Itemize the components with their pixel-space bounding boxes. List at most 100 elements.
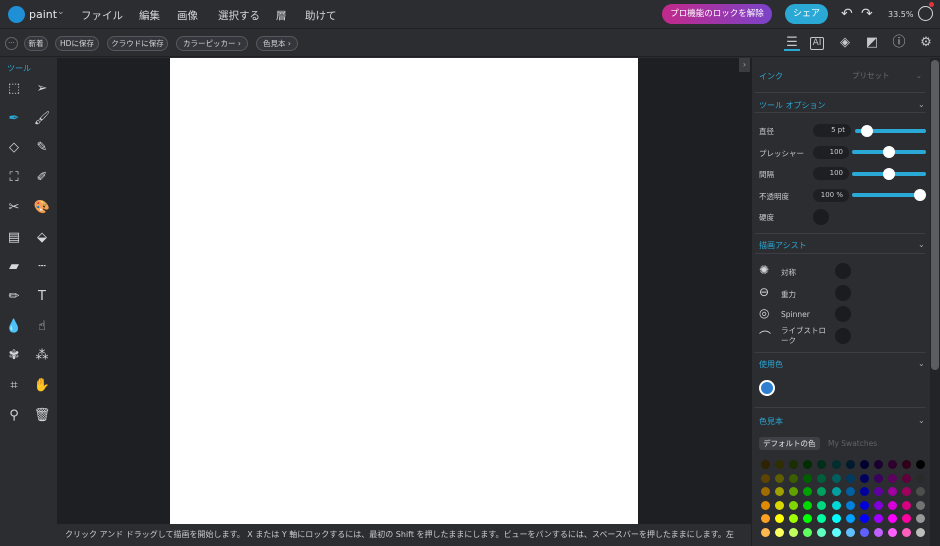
color-swatch[interactable]: [887, 460, 897, 469]
symmetry-toggle[interactable]: [835, 263, 851, 279]
spinner-toggle[interactable]: [835, 306, 851, 322]
color-swatch[interactable]: [902, 500, 911, 510]
calligraphy-icon[interactable]: ✐: [33, 169, 51, 187]
color-swatch[interactable]: [761, 514, 770, 523]
color-swatch[interactable]: [902, 473, 911, 483]
tab-info-icon[interactable]: ⓘ: [891, 35, 907, 51]
pencil-icon[interactable]: ✎: [33, 139, 51, 157]
color-swatch[interactable]: [902, 460, 911, 469]
color-swatch[interactable]: [831, 500, 841, 510]
color-swatch[interactable]: [831, 473, 841, 483]
color-swatch[interactable]: [831, 527, 841, 537]
zoom-level[interactable]: 33.5%: [888, 10, 913, 19]
color-swatch[interactable]: [803, 473, 813, 483]
tool-options-heading[interactable]: ツール オプション: [759, 100, 826, 111]
color-swatch[interactable]: [775, 500, 785, 510]
clone-icon[interactable]: ✾: [5, 347, 23, 365]
paint-bucket-icon[interactable]: 🎨: [33, 199, 51, 217]
tab-default-colors[interactable]: デフォルトの色: [759, 437, 820, 450]
color-swatch[interactable]: [873, 527, 883, 537]
tab-image-icon[interactable]: ◩: [864, 35, 880, 51]
menu-select[interactable]: 選択する: [218, 8, 260, 23]
color-swatch[interactable]: [789, 500, 799, 510]
highlighter-icon[interactable]: ▰: [5, 258, 23, 276]
eyedropper-icon[interactable]: ⚲: [5, 407, 23, 425]
eraser-icon[interactable]: ◇: [5, 139, 23, 157]
color-swatch[interactable]: [817, 500, 827, 510]
tab-settings-icon[interactable]: ⚙: [918, 35, 934, 51]
gradient-icon[interactable]: ▤: [5, 229, 23, 247]
crop-icon[interactable]: ⌗: [5, 377, 23, 395]
used-colors-heading[interactable]: 使用色: [759, 359, 783, 370]
color-swatch[interactable]: [916, 500, 926, 510]
tool-options-chevron-icon[interactable]: ⌄: [918, 100, 925, 109]
ink-pen-icon[interactable]: ✒: [5, 110, 23, 128]
color-swatch[interactable]: [761, 473, 770, 483]
pointer-icon[interactable]: ➢: [33, 80, 51, 98]
pattern-icon[interactable]: ⁂: [33, 347, 51, 365]
color-swatch[interactable]: [831, 514, 841, 523]
collapse-panel-chevron-icon[interactable]: ›: [739, 58, 750, 72]
color-swatch[interactable]: [845, 514, 855, 523]
color-picker-button[interactable]: カラーピッカー ›: [176, 36, 248, 51]
menu-layer[interactable]: 層: [276, 8, 287, 23]
color-swatch[interactable]: [817, 473, 827, 483]
option-value-field[interactable]: 5 pt: [813, 124, 851, 137]
color-swatch[interactable]: [775, 473, 785, 483]
color-swatch[interactable]: [916, 473, 926, 483]
finger-icon[interactable]: ☝: [33, 318, 51, 336]
menu-edit[interactable]: 編集: [139, 8, 160, 23]
app-name[interactable]: paint: [29, 8, 57, 21]
menu-help[interactable]: 助けて: [305, 8, 337, 23]
color-swatch[interactable]: [845, 473, 855, 483]
gravity-toggle[interactable]: [835, 285, 851, 301]
option-slider-knob[interactable]: [883, 146, 895, 158]
live-stroke-toggle[interactable]: [835, 328, 851, 344]
color-swatch[interactable]: [887, 514, 897, 523]
color-swatch[interactable]: [916, 527, 926, 537]
color-swatch[interactable]: [845, 460, 855, 469]
more-icon[interactable]: ···: [5, 37, 18, 50]
used-colors-chevron-icon[interactable]: ⌄: [918, 359, 925, 368]
dashed-line-icon[interactable]: ┄: [33, 258, 51, 276]
brush-icon[interactable]: 🖌: [33, 110, 51, 128]
fill-icon[interactable]: ⬙: [33, 229, 51, 247]
option-value-field[interactable]: 100: [813, 167, 849, 180]
tab-layers-icon[interactable]: ◈: [837, 35, 853, 51]
swatches-chevron-icon[interactable]: ⌄: [918, 416, 925, 425]
blur-drop-icon[interactable]: 💧: [5, 318, 23, 336]
hand-icon[interactable]: ✋: [33, 377, 51, 395]
menu-image[interactable]: 画像: [177, 8, 198, 23]
tab-ai-icon[interactable]: AI: [810, 37, 824, 50]
color-swatch[interactable]: [859, 460, 869, 469]
option-value-field[interactable]: 100 %: [813, 188, 849, 202]
save-hd-button[interactable]: HDに保存: [55, 36, 99, 51]
option-slider-knob[interactable]: [883, 167, 895, 180]
color-swatch[interactable]: [859, 500, 869, 510]
color-swatch[interactable]: [789, 473, 799, 483]
color-swatch[interactable]: [789, 527, 799, 537]
stamp-icon[interactable]: ✏: [5, 288, 23, 306]
preset-dropdown[interactable]: プリセット ⌄: [846, 69, 926, 83]
tab-adjustments-icon[interactable]: ☰: [784, 35, 800, 51]
color-swatch[interactable]: [873, 473, 883, 483]
color-swatch[interactable]: [902, 527, 911, 537]
rect-select-icon[interactable]: ⬚: [5, 80, 23, 98]
option-value-field[interactable]: 100: [813, 145, 849, 159]
color-swatch[interactable]: [775, 527, 785, 537]
share-button[interactable]: シェア: [785, 4, 828, 24]
text-icon[interactable]: T: [33, 288, 51, 306]
color-swatch[interactable]: [873, 487, 883, 496]
color-swatch[interactable]: [761, 500, 770, 510]
color-swatch[interactable]: [803, 500, 813, 510]
redo-icon[interactable]: ↷: [861, 6, 873, 22]
paint-logo-icon[interactable]: [8, 6, 25, 23]
color-swatch[interactable]: [803, 527, 813, 537]
drawing-assist-heading[interactable]: 描画アシスト: [759, 240, 807, 251]
color-swatch[interactable]: [873, 514, 883, 523]
color-swatch[interactable]: [761, 487, 770, 496]
color-swatch[interactable]: [845, 487, 855, 496]
smudge-icon[interactable]: ✂: [5, 199, 23, 217]
undo-icon[interactable]: ↶: [841, 6, 853, 22]
color-swatch[interactable]: [873, 460, 883, 469]
